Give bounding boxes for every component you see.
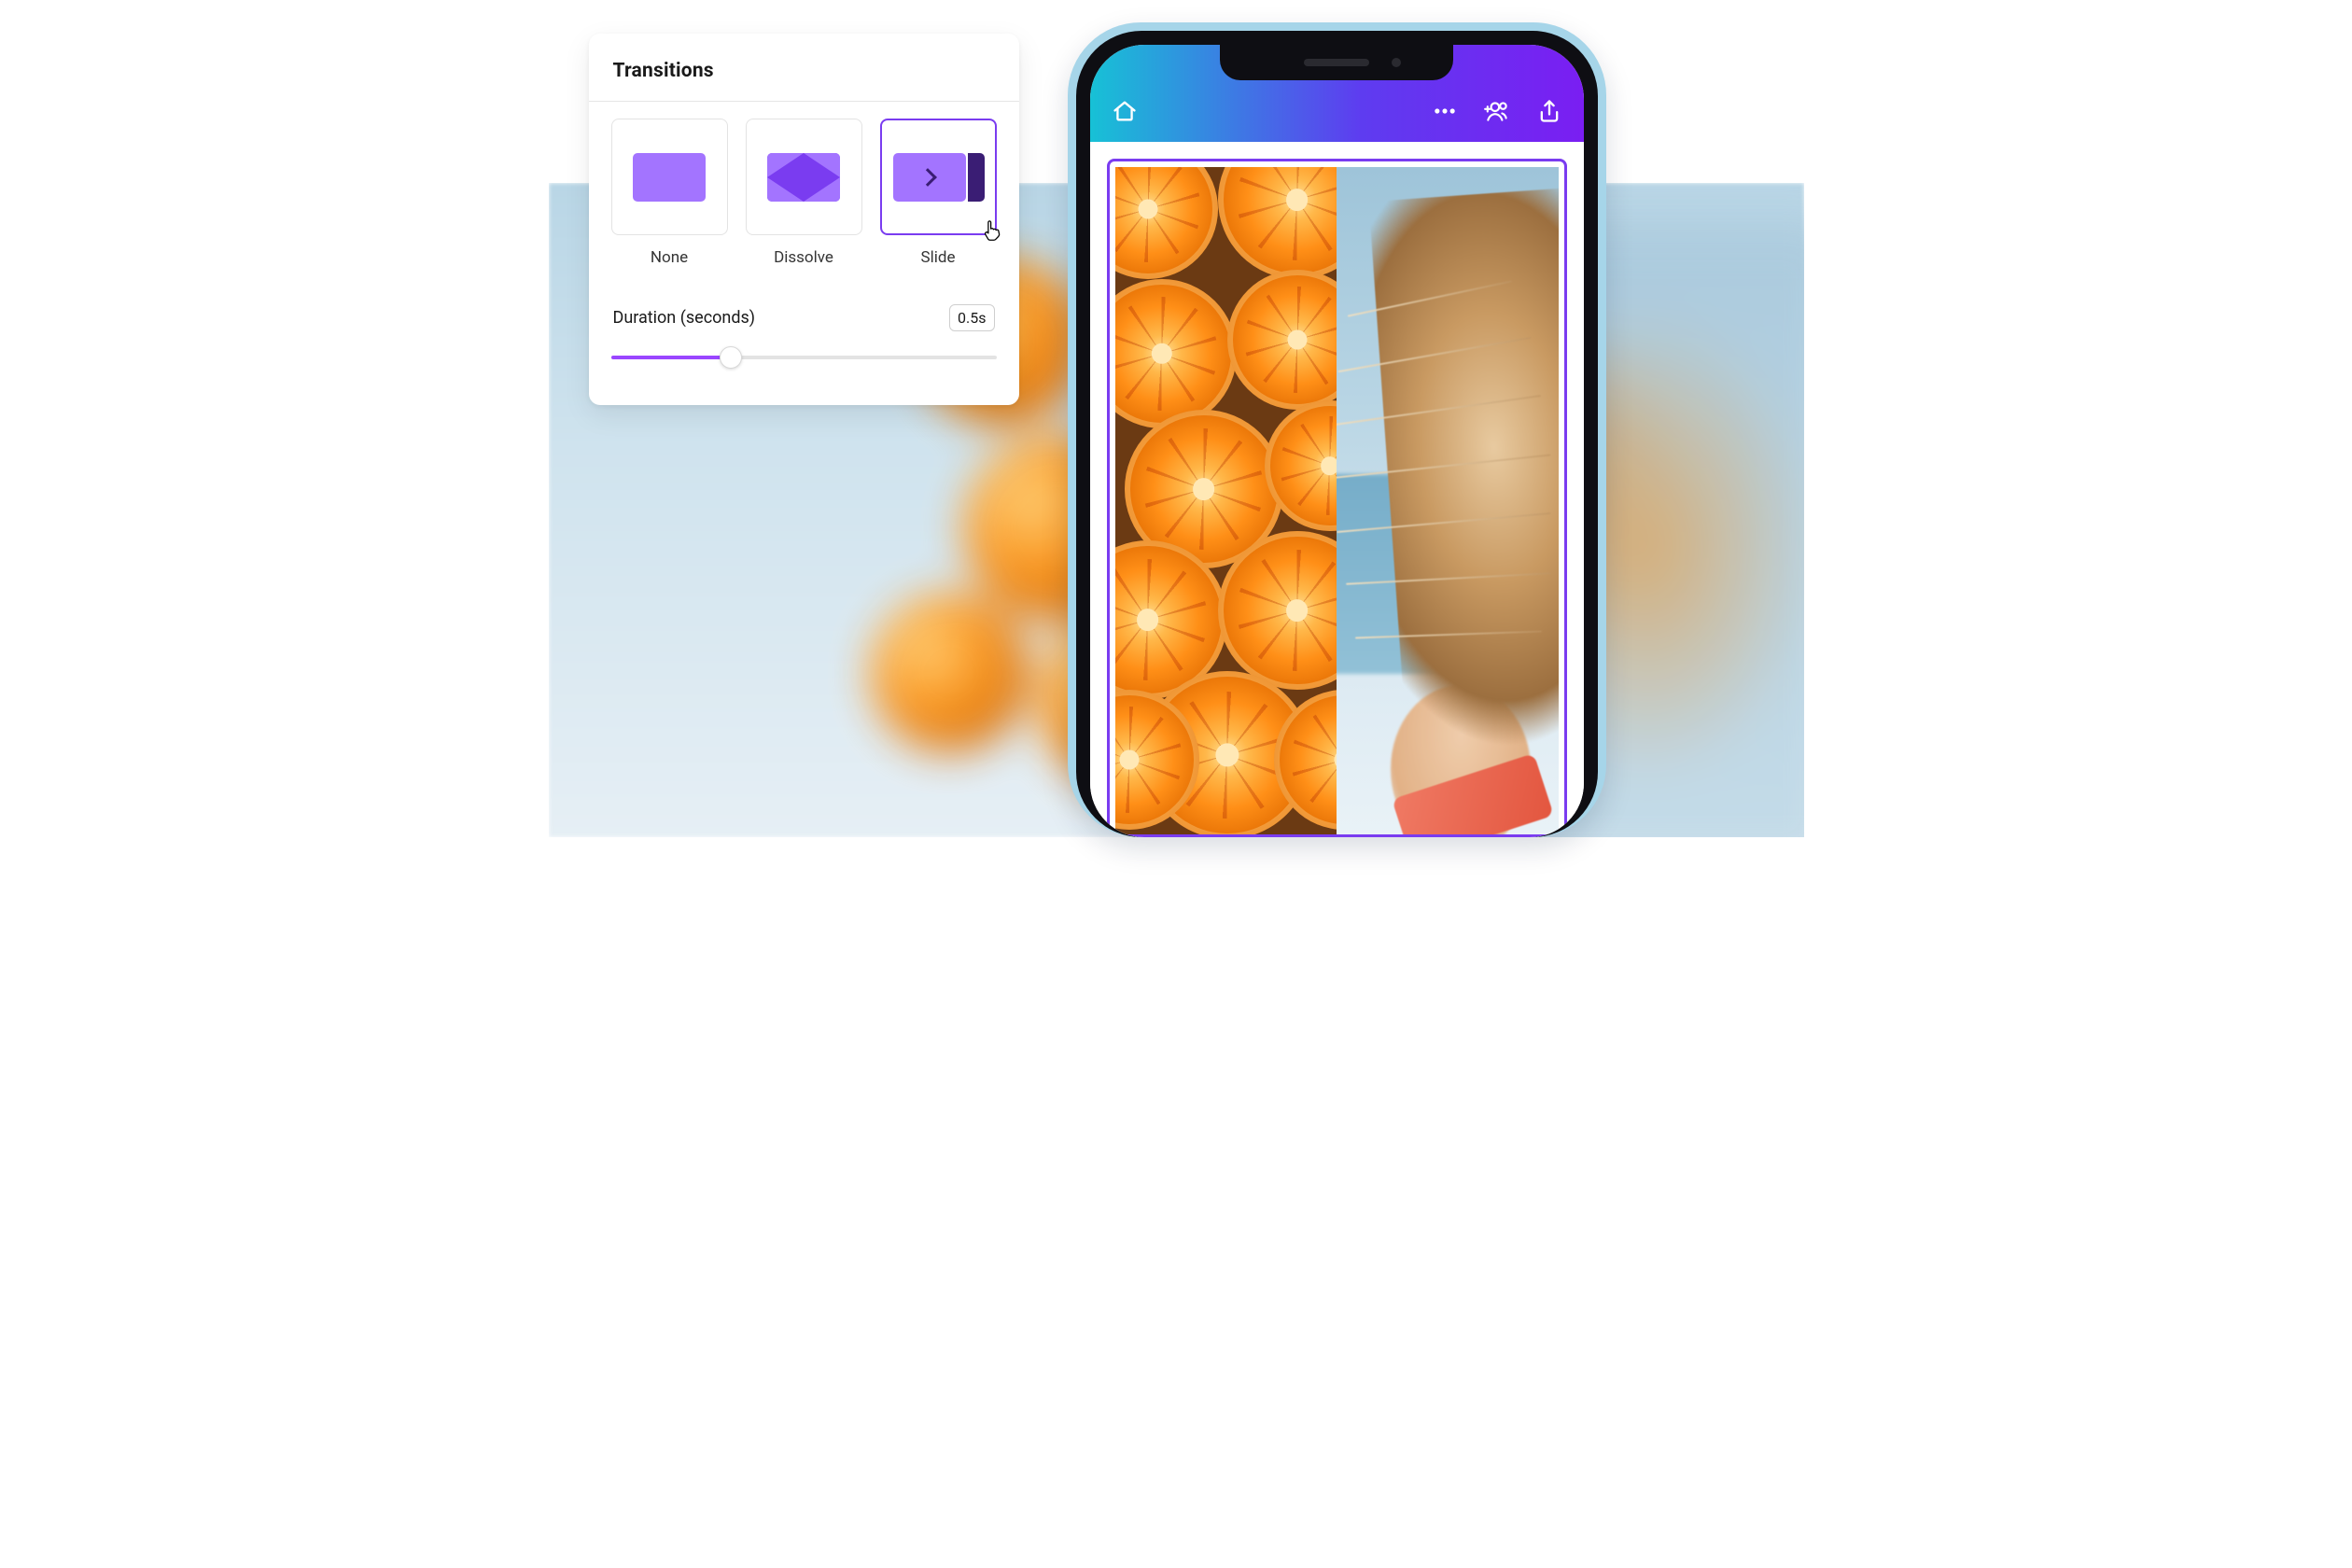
phone-screen	[1090, 45, 1584, 837]
transition-label: Dissolve	[746, 248, 862, 267]
phone-mockup	[1068, 22, 1606, 837]
slider-thumb[interactable]	[720, 346, 742, 369]
none-icon	[633, 153, 706, 202]
canvas-content	[1115, 167, 1559, 834]
panel-title: Transitions	[611, 60, 997, 82]
transition-tile-none[interactable]	[611, 119, 728, 235]
transition-label: Slide	[880, 248, 997, 267]
share-icon[interactable]	[1535, 97, 1563, 125]
duration-label: Duration (seconds)	[613, 308, 756, 328]
duration-value-field[interactable]: 0.5s	[949, 304, 994, 331]
slide-icon	[893, 153, 983, 202]
canvas-area	[1090, 142, 1584, 837]
transition-tile-slide[interactable]	[880, 119, 997, 235]
canvas-selection-frame[interactable]	[1107, 159, 1567, 837]
transition-option-dissolve[interactable]: Dissolve	[746, 119, 862, 267]
stage: Transitions None Dissolve	[549, 0, 1804, 837]
duration-row: Duration (seconds) 0.5s	[611, 304, 997, 331]
phone-notch	[1220, 45, 1453, 80]
transition-option-slide[interactable]: Slide	[880, 119, 997, 267]
dissolve-icon	[767, 153, 840, 202]
divider	[589, 101, 1019, 102]
cursor-pointer-icon	[982, 218, 1002, 243]
more-icon[interactable]	[1431, 97, 1459, 125]
transitions-panel: Transitions None Dissolve	[589, 34, 1019, 405]
canvas-right-image-person	[1337, 167, 1559, 834]
transition-label: None	[611, 248, 728, 267]
duration-slider[interactable]	[611, 346, 997, 369]
chevron-right-icon	[918, 168, 937, 187]
slider-fill	[611, 356, 731, 359]
canvas-left-image-oranges	[1115, 167, 1337, 834]
transition-options: None Dissolve Slide	[611, 119, 997, 267]
transition-option-none[interactable]: None	[611, 119, 728, 267]
transition-tile-dissolve[interactable]	[746, 119, 862, 235]
home-icon[interactable]	[1111, 97, 1139, 125]
add-people-icon[interactable]	[1483, 97, 1511, 125]
